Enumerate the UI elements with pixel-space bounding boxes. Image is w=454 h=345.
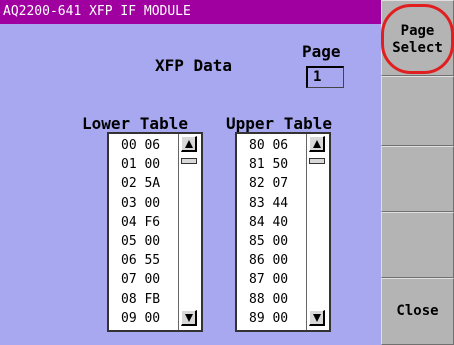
close-button[interactable]: Close — [381, 278, 454, 345]
lower-table-list[interactable]: 00 06 01 00 02 5A 03 00 04 F6 05 00 06 5… — [107, 132, 203, 332]
list-item[interactable]: 85 00 — [237, 232, 307, 251]
list-item[interactable]: 09 00 — [109, 309, 179, 328]
list-item[interactable]: 06 55 — [109, 251, 179, 270]
upper-table-scrollbar[interactable] — [306, 134, 329, 330]
page-select-button[interactable]: Page Select — [381, 0, 454, 76]
list-item[interactable]: 88 00 — [237, 290, 307, 309]
list-item[interactable]: 87 00 — [237, 270, 307, 289]
list-item[interactable]: 05 00 — [109, 232, 179, 251]
list-item[interactable]: 83 44 — [237, 194, 307, 213]
arrow-down-icon — [185, 314, 193, 322]
scroll-down-button[interactable] — [309, 310, 325, 326]
page-number-field[interactable]: 1 — [306, 66, 344, 88]
scroll-up-button[interactable] — [309, 136, 325, 152]
window-title: AQ2200-641 XFP IF MODULE — [0, 0, 381, 24]
list-item[interactable]: 86 00 — [237, 251, 307, 270]
list-item[interactable]: 07 00 — [109, 270, 179, 289]
list-item[interactable]: 08 FB — [109, 290, 179, 309]
list-item[interactable]: 81 50 — [237, 155, 307, 174]
scroll-down-button[interactable] — [181, 310, 197, 326]
list-item[interactable]: 82 07 — [237, 174, 307, 193]
scroll-up-button[interactable] — [181, 136, 197, 152]
close-button-label: Close — [396, 303, 439, 319]
list-item[interactable]: 04 F6 — [109, 213, 179, 232]
page-select-label-line2: Select — [392, 40, 443, 56]
upper-table-title: Upper Table — [226, 114, 332, 133]
list-item[interactable]: 01 00 — [109, 155, 179, 174]
page-select-label-line1: Page — [400, 23, 435, 39]
list-item[interactable]: 03 00 — [109, 194, 179, 213]
list-item[interactable]: 89 00 — [237, 309, 307, 328]
arrow-down-icon — [313, 314, 321, 322]
xfp-panel: AQ2200-641 XFP IF MODULE XFP Data Page 1… — [0, 0, 381, 345]
scroll-thumb[interactable] — [181, 158, 197, 164]
softkey-blank-2[interactable] — [381, 146, 454, 212]
lower-table-title: Lower Table — [82, 114, 188, 133]
softkey-blank-1[interactable] — [381, 76, 454, 146]
scroll-thumb[interactable] — [309, 158, 325, 164]
softkey-blank-3[interactable] — [381, 212, 454, 278]
page-heading: XFP Data — [155, 56, 233, 75]
list-item[interactable]: 02 5A — [109, 174, 179, 193]
list-item[interactable]: 84 40 — [237, 213, 307, 232]
page-label: Page — [302, 42, 341, 61]
list-item[interactable]: 80 06 — [237, 136, 307, 155]
upper-table-rows: 80 06 81 50 82 07 83 44 84 40 85 00 86 0… — [237, 136, 307, 328]
list-item[interactable]: 00 06 — [109, 136, 179, 155]
page-number-value: 1 — [313, 69, 322, 85]
lower-table-scrollbar[interactable] — [178, 134, 201, 330]
arrow-up-icon — [185, 140, 193, 148]
arrow-up-icon — [313, 140, 321, 148]
lower-table-rows: 00 06 01 00 02 5A 03 00 04 F6 05 00 06 5… — [109, 136, 179, 328]
upper-table-list[interactable]: 80 06 81 50 82 07 83 44 84 40 85 00 86 0… — [235, 132, 331, 332]
